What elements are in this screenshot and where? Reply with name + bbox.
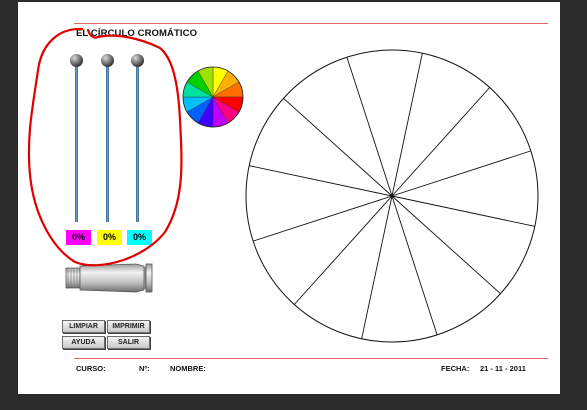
annotation-outline (27, 27, 183, 267)
cyan-slider-knob[interactable] (131, 54, 144, 67)
yellow-slider-knob[interactable] (101, 54, 114, 67)
magenta-slider-knob[interactable] (70, 54, 83, 67)
